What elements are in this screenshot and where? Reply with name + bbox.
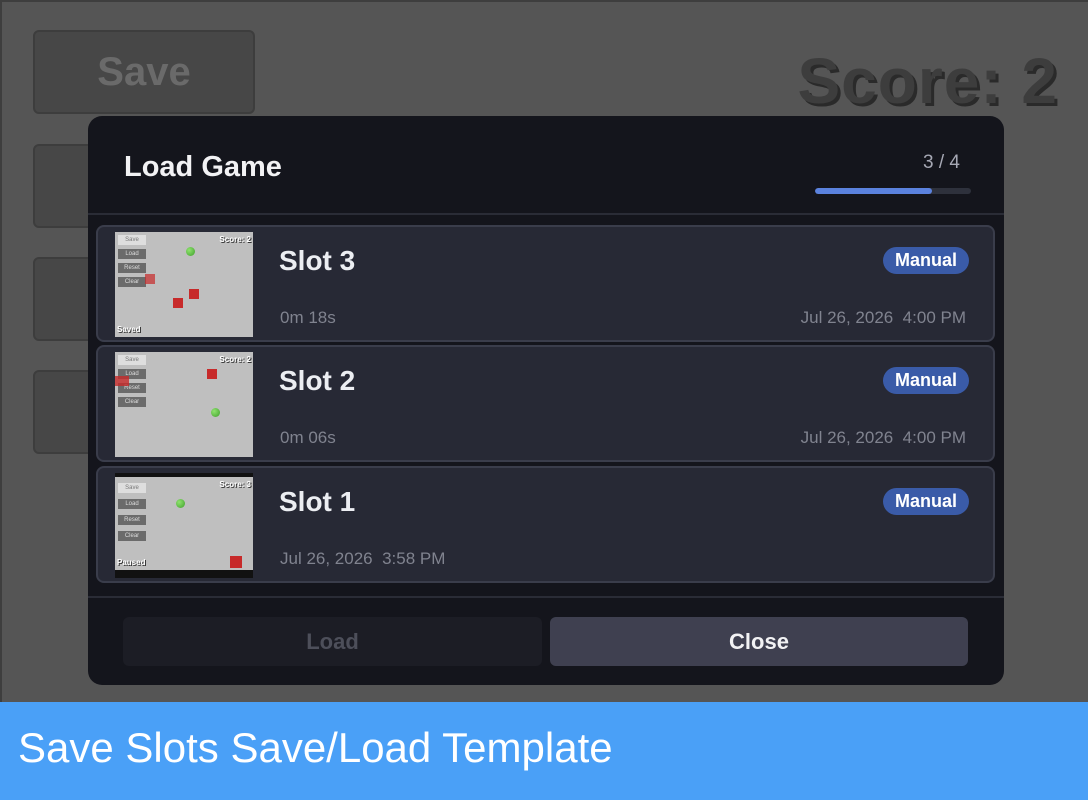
load-game-dialog: Load Game 3 / 4 Save Load Reset Clear Sc… [88, 116, 1004, 685]
green-ball [211, 408, 220, 417]
slot-timestamp: Jul 26, 2026 4:00 PM [800, 308, 966, 327]
green-ball [186, 247, 195, 256]
slot-type-badge: Manual [882, 488, 969, 515]
slot-name: Slot 1 [279, 486, 356, 517]
thumb-button: Load [118, 249, 146, 259]
slot-usage-progress-bar [815, 188, 971, 194]
thumb-button: Clear [118, 277, 146, 287]
thumb-button: Clear [118, 397, 146, 407]
save-slot-row[interactable]: Save Load Reset Clear Score: 3 Paused Sl… [96, 466, 995, 583]
caption-banner: Save Slots Save/Load Template [0, 702, 1088, 800]
slot-timestamp: Jul 26, 2026 3:58 PM [280, 549, 446, 568]
save-slot-row[interactable]: Save Load Reset Clear Score: 2 Saved Slo… [96, 225, 995, 342]
page-indicator: 3 / 4 [923, 152, 960, 173]
slot-name: Slot 2 [279, 365, 356, 396]
slot-playtime: 0m 18s [280, 308, 336, 327]
slot-timestamp: Jul 26, 2026 4:00 PM [800, 428, 966, 447]
thumb-status: Saved [117, 325, 141, 334]
load-button[interactable]: Load [123, 617, 542, 666]
thumb-button: Save [118, 235, 146, 245]
slot-playtime: 0m 06s [280, 428, 336, 447]
thumb-button: Clear [118, 531, 146, 541]
red-cube [230, 556, 242, 568]
game-score: Score: 2 [797, 45, 1058, 117]
red-cube [189, 289, 199, 299]
save-slot-row[interactable]: Save Load Reset Clear Score: 2 Slot 2 Ma… [96, 345, 995, 462]
dialog-footer: Load Close [88, 596, 1004, 685]
thumb-button: Reset [118, 263, 146, 273]
game-save-button[interactable]: Save [33, 30, 255, 114]
red-cube [207, 369, 217, 379]
red-cube [145, 274, 155, 284]
thumb-score: Score: 3 [219, 480, 251, 489]
slot-thumbnail: Save Load Reset Clear Score: 2 Saved [115, 232, 253, 337]
dialog-header: Load Game 3 / 4 [88, 116, 1004, 215]
thumb-score: Score: 2 [219, 235, 251, 244]
thumb-button: Save [118, 355, 146, 365]
thumb-button: Save [118, 483, 146, 493]
dialog-title: Load Game [124, 151, 282, 183]
slot-thumbnail: Save Load Reset Clear Score: 2 [115, 352, 253, 457]
thumb-button: Load [118, 499, 146, 509]
red-cube [115, 376, 129, 386]
slot-type-badge: Manual [882, 247, 969, 274]
caption-text: Save Slots Save/Load Template [18, 724, 613, 771]
thumb-score: Score: 2 [219, 355, 251, 364]
close-button[interactable]: Close [550, 617, 968, 666]
slot-name: Slot 3 [279, 245, 356, 276]
red-cube [173, 298, 183, 308]
slot-thumbnail: Save Load Reset Clear Score: 3 Paused [115, 473, 253, 578]
green-ball [176, 499, 185, 508]
thumb-button: Reset [118, 515, 146, 525]
slot-type-badge: Manual [882, 367, 969, 394]
thumb-status: Paused [117, 558, 146, 567]
progress-fill [815, 188, 932, 194]
